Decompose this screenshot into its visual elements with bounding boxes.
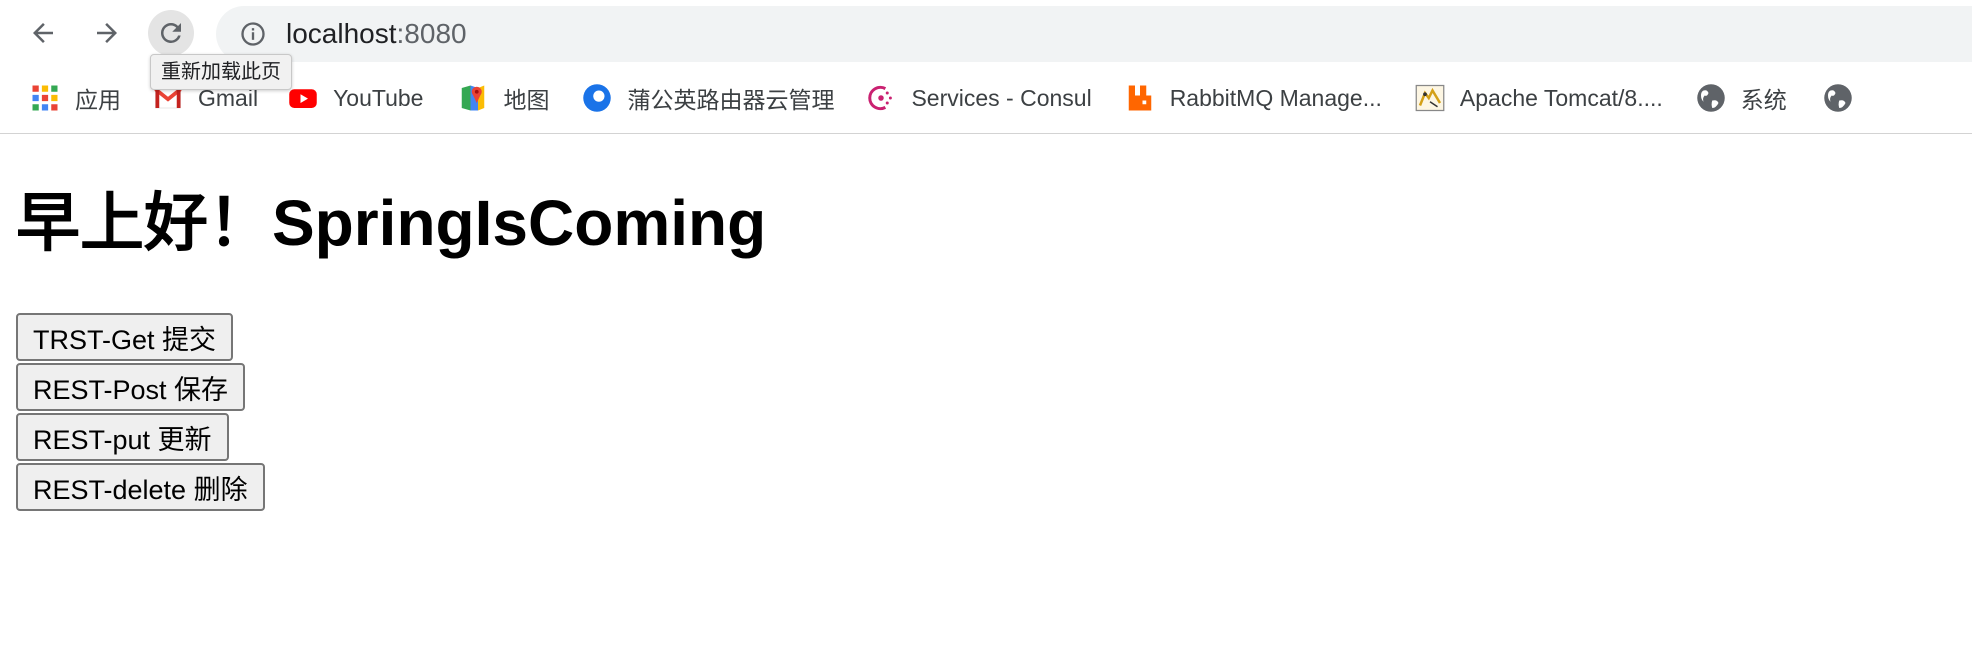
reload-icon bbox=[160, 22, 181, 43]
page-content: 早上好！SpringIsComing TRST-Get 提交 REST-Post… bbox=[0, 134, 1972, 662]
page-title: 早上好！SpringIsComing bbox=[16, 187, 767, 259]
bookmark-dandelion[interactable]: 蒲公英路由器云管理 bbox=[582, 74, 834, 122]
rest-put-update-button[interactable]: REST-put 更新 bbox=[16, 413, 229, 461]
bookmark-label: RabbitMQ Manage... bbox=[1169, 84, 1382, 111]
reload-tooltip: 重新加载此页 bbox=[150, 54, 292, 90]
bookmark-consul[interactable]: Services - Consul bbox=[866, 74, 1092, 122]
rest-get-submit-button[interactable]: TRST-Get 提交 bbox=[16, 313, 234, 361]
apps-grid-icon bbox=[30, 83, 60, 113]
youtube-icon bbox=[288, 83, 318, 113]
globe-icon bbox=[1823, 83, 1853, 113]
bookmark-rabbitmq[interactable]: RabbitMQ Manage... bbox=[1125, 74, 1382, 122]
dandelion-icon bbox=[582, 83, 612, 113]
url-text[interactable]: localhost:8080 bbox=[286, 18, 467, 50]
bookmark-globe[interactable] bbox=[1823, 74, 1868, 122]
bookmark-label: 系统 bbox=[1740, 87, 1787, 113]
bookmark-apps[interactable]: 应用 bbox=[30, 74, 121, 122]
rest-delete-button[interactable]: REST-delete 删除 bbox=[16, 463, 265, 511]
forward-button[interactable] bbox=[84, 10, 130, 56]
info-circle-icon bbox=[241, 22, 265, 46]
bookmark-youtube[interactable]: YouTube bbox=[288, 74, 423, 122]
address-bar[interactable]: localhost:8080 bbox=[216, 6, 1972, 62]
bookmark-label: Services - Consul bbox=[911, 84, 1092, 111]
browser-chrome: localhost:8080 重新加载此页 应用 Gmail YouTube 地… bbox=[0, 0, 1972, 134]
arrow-left-icon bbox=[33, 23, 53, 43]
browser-toolbar: localhost:8080 bbox=[0, 0, 1972, 66]
bookmarks-bar: 应用 Gmail YouTube 地图 蒲公英路由器云管理 Services -… bbox=[0, 74, 1972, 122]
url-port: :8080 bbox=[396, 18, 467, 49]
bookmark-maps[interactable]: 地图 bbox=[458, 74, 549, 122]
bookmark-label: Apache Tomcat/8.... bbox=[1459, 84, 1663, 111]
bookmark-label: 地图 bbox=[503, 87, 550, 113]
bookmark-label: YouTube bbox=[333, 84, 424, 111]
tomcat-icon bbox=[1415, 83, 1445, 113]
back-button[interactable] bbox=[20, 10, 66, 56]
bookmark-tomcat[interactable]: Apache Tomcat/8.... bbox=[1415, 74, 1663, 122]
consul-icon bbox=[866, 83, 896, 113]
arrow-right-icon bbox=[97, 23, 117, 43]
bookmark-label: 应用 bbox=[75, 87, 121, 113]
rest-post-save-button[interactable]: REST-Post 保存 bbox=[16, 363, 246, 411]
google-maps-icon bbox=[458, 83, 488, 113]
rabbitmq-icon bbox=[1125, 83, 1155, 113]
info-icon[interactable] bbox=[238, 19, 268, 49]
url-host: localhost bbox=[286, 18, 397, 49]
globe-icon bbox=[1696, 83, 1726, 113]
bookmark-system[interactable]: 系统 bbox=[1696, 74, 1787, 122]
reload-button[interactable] bbox=[148, 10, 194, 56]
bookmark-label: 蒲公英路由器云管理 bbox=[627, 87, 835, 113]
